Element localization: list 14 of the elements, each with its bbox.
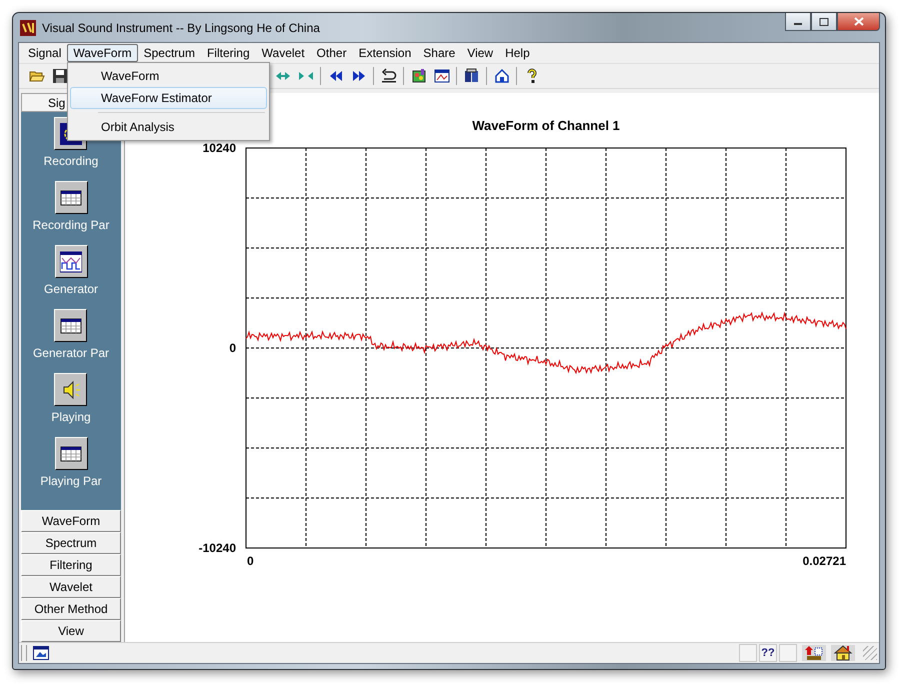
axis-label: -10240 <box>198 541 236 555</box>
tool-label: Playing Par <box>40 474 102 488</box>
axis-label: 10240 <box>202 141 236 155</box>
axis-label: 0.02721 <box>802 554 846 568</box>
window-title: Visual Sound Instrument -- By Lingsong He of China <box>42 20 320 34</box>
axis-label: 0 <box>247 554 254 568</box>
tool-label: Generator Par <box>32 346 110 360</box>
chart-title: WaveForm of Channel 1 <box>472 118 620 133</box>
tool-label: Recording <box>44 154 98 168</box>
tool-label: Generator <box>44 282 98 296</box>
axis-label: 0 <box>229 341 236 355</box>
tool-label: Recording Par <box>32 218 110 232</box>
tool-label: Playing <box>51 410 91 424</box>
status-help-text: ?? <box>759 644 777 662</box>
